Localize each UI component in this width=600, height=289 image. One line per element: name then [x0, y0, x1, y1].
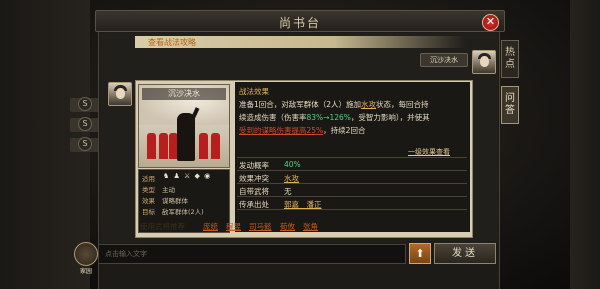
- app-stage: S S S 尚书台 ✕ 查看战法攻略 沉沙决水 沉沙决水 适用 类型 主动 效果谋…: [0, 0, 600, 289]
- view-skill-guide-link[interactable]: 查看战法攻略: [148, 37, 196, 48]
- home-icon[interactable]: [74, 242, 98, 266]
- water-attack-status-link[interactable]: 水攻: [361, 100, 376, 109]
- illustration-soldier: [211, 133, 220, 159]
- my-message-bubble: 沉沙决水: [420, 53, 468, 67]
- stat-row: 效果 谋略群体: [142, 195, 188, 205]
- tab-qa[interactable]: 问答: [501, 86, 519, 124]
- window-title-bar: 尚书台: [95, 10, 505, 32]
- background-s-icon: S: [78, 117, 92, 131]
- divider: [237, 196, 467, 197]
- trigger-rate-value: 40%: [284, 160, 301, 169]
- stat-row: 适用: [142, 173, 162, 183]
- skill-name: 沉沙决水: [142, 88, 226, 100]
- effect-text: 续造成伤害（伤害率: [239, 113, 307, 122]
- general-link[interactable]: 司马懿: [249, 221, 272, 232]
- expand-up-button[interactable]: ⬆: [409, 243, 431, 264]
- general-link[interactable]: 张角: [303, 221, 318, 232]
- window-title: 尚书台: [278, 16, 321, 30]
- effect-text: 准备1回合，对敌军群体（2人）施加: [239, 100, 362, 109]
- divider: [237, 157, 467, 158]
- send-button[interactable]: 发送: [434, 243, 496, 264]
- troop-type-icons: ♞ ♟ ⚔ ◆ ◉: [163, 172, 212, 180]
- illustration-soldier: [159, 133, 168, 159]
- general-link[interactable]: 庞统: [203, 221, 218, 232]
- my-avatar[interactable]: [472, 50, 496, 74]
- damage-rate-range: 83%→126%: [306, 113, 351, 122]
- stat-key: 类型: [142, 186, 155, 194]
- background-s-icon: S: [78, 137, 92, 151]
- stat-row: 目标 敌军群体(2人): [142, 206, 204, 216]
- effect-text: 状态，每回合持: [376, 100, 429, 109]
- effect-line-2: 续造成伤害（伤害率83%→126%，受智力影响），并使其: [239, 112, 430, 123]
- divider: [237, 209, 467, 210]
- stat-key: 适用: [142, 175, 155, 183]
- general-link[interactable]: 程昱: [226, 221, 241, 232]
- level-one-effect-link[interactable]: 一级效果查看: [408, 147, 450, 157]
- stat-value: 敌军群体(2人): [162, 208, 204, 216]
- illustration-soldier: [199, 133, 208, 159]
- divider: [237, 170, 467, 171]
- divider: [237, 183, 467, 184]
- background-right-panel: [570, 0, 600, 289]
- recommended-generals-label: 使用武将推荐: [140, 222, 185, 231]
- close-button[interactable]: ✕: [482, 14, 499, 31]
- stat-key: 目标: [142, 208, 155, 216]
- background-s-icon: S: [78, 97, 92, 111]
- assistant-avatar: [108, 82, 132, 106]
- avatar-face: [116, 88, 125, 99]
- effect-title: 战法效果: [239, 87, 269, 96]
- avatar-face: [480, 56, 489, 67]
- effect-line-1: 准备1回合，对敌军群体（2人）施加水攻状态，每回合持: [239, 99, 429, 110]
- effect-text: ，受智力影响），并使其: [350, 113, 430, 122]
- stat-row: 类型 主动: [142, 184, 175, 194]
- illustration-soldier: [147, 133, 156, 159]
- strategy-damage-increase-link[interactable]: 受到的谋略伤害提高25%: [239, 126, 323, 135]
- stat-value: 谋略群体: [162, 197, 188, 205]
- general-link[interactable]: 荀攸: [280, 221, 295, 232]
- tab-hot[interactable]: 热点: [501, 40, 519, 78]
- chat-input[interactable]: 点击输入文字: [98, 244, 406, 264]
- effect-text: ，持续2回合: [323, 126, 366, 135]
- stat-key: 效果: [142, 197, 155, 205]
- effect-line-3: 受到的谋略伤害提高25%，持续2回合: [239, 125, 365, 136]
- home-label: 家园: [79, 268, 92, 275]
- stat-value: 主动: [162, 186, 175, 194]
